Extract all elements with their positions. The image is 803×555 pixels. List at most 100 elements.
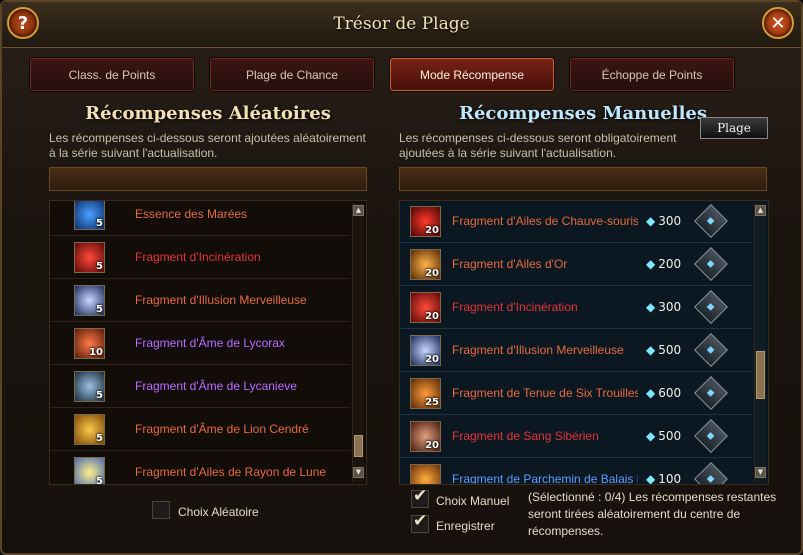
scroll-up-icon[interactable]: ▲ <box>353 205 364 216</box>
tab-plage-de-chance[interactable]: Plage de Chance <box>210 58 374 91</box>
save-checkbox[interactable]: ✔ <box>411 511 429 533</box>
item-price: 500 <box>658 429 682 443</box>
item-count: 5 <box>96 432 103 444</box>
manual-rewards-panel: Récompenses Manuelles Les récompenses ci… <box>389 103 777 491</box>
diamond-icon: ◆ <box>646 300 656 314</box>
incineration-fragment-icon: 20 <box>410 291 441 323</box>
list-item[interactable]: 5 Fragment d'Illusion Merveilleuse <box>50 279 350 322</box>
item-count: 20 <box>425 224 439 236</box>
list-item[interactable]: 20 Fragment d'Ailes d'Or ◆ 200 ◆ <box>400 243 752 286</box>
tab-mode-recompense[interactable]: Mode Récompense <box>390 58 554 91</box>
item-count: 25 <box>425 396 439 408</box>
checkmark-icon: ✔ <box>413 486 428 506</box>
item-name: Fragment d'Incinération <box>452 300 578 314</box>
scroll-thumb[interactable] <box>354 435 363 457</box>
six-fears-outfit-icon: 25 <box>410 377 441 409</box>
item-price: 600 <box>658 386 682 400</box>
item-price: 100 <box>658 472 682 485</box>
diamond-icon: ◆ <box>646 472 656 485</box>
random-choice-checkbox[interactable] <box>152 501 170 519</box>
item-name: Fragment d'Âme de Lycanieve <box>135 379 297 393</box>
item-count: 5 <box>96 260 103 272</box>
item-price: 300 <box>658 214 682 228</box>
item-name: Fragment d'Âme de Lion Cendré <box>135 422 309 436</box>
reward-window: ? Trésor de Plage ✕ Class. de Points Pla… <box>0 0 803 555</box>
item-count: 5 <box>96 217 103 229</box>
diamond-icon: ◆ <box>646 429 656 443</box>
item-name: Fragment d'Ailes de Chauve-souris <box>452 214 638 228</box>
list-item[interactable]: 5 Essence des Marées <box>50 201 350 236</box>
select-item-button[interactable]: ◆ <box>694 376 729 410</box>
random-choice-label: Choix Aléatoire <box>178 505 259 519</box>
item-count: 5 <box>96 475 103 485</box>
list-item[interactable]: 5 Fragment d'Ailes de Rayon de Lune <box>50 451 350 485</box>
select-icon: ◆ <box>707 215 716 227</box>
lycorax-soul-icon: 10 <box>74 327 105 359</box>
lycanieve-soul-icon: 5 <box>74 370 105 402</box>
select-icon: ◆ <box>707 258 716 270</box>
manual-choice-label: Choix Manuel <box>436 494 510 508</box>
random-rewards-header-bar <box>49 167 367 191</box>
random-rewards-panel: Récompenses Aléatoires Les récompenses c… <box>39 103 377 491</box>
manual-choice-checkbox[interactable]: ✔ <box>411 486 429 508</box>
item-name: Fragment d'Ailes de Rayon de Lune <box>135 465 327 479</box>
list-item[interactable]: 20 Fragment de Sang Sibérien ◆ 500 ◆ <box>400 415 752 458</box>
select-item-button[interactable]: ◆ <box>694 333 729 367</box>
list-item[interactable]: 10 Fragment d'Âme de Lycorax <box>50 322 350 365</box>
item-count: 20 <box>425 439 439 451</box>
list-item[interactable]: 5 Fragment d'Âme de Lycanieve <box>50 365 350 408</box>
ash-lion-soul-icon: 5 <box>74 413 105 445</box>
bat-wings-icon: 20 <box>410 205 441 237</box>
tab-class-de-points[interactable]: Class. de Points <box>30 58 194 91</box>
item-count: 10 <box>89 346 103 358</box>
diamond-icon: ◆ <box>646 343 656 357</box>
save-label: Enregistrer <box>436 519 495 533</box>
diamond-icon: ◆ <box>646 257 656 271</box>
random-rewards-scrollbar[interactable]: ▲ ▼ <box>352 203 364 482</box>
item-price: 500 <box>658 343 682 357</box>
item-name: Fragment de Parchemin de Balais M <box>452 472 638 485</box>
manual-rewards-list: Fragment de Parchemin de Balais M ◆ 100 ◆ 20… <box>399 200 769 485</box>
item-name: Fragment d'Ailes d'Or <box>452 257 568 271</box>
select-item-button[interactable]: ◆ <box>694 419 729 453</box>
select-item-button[interactable]: ◆ <box>694 247 729 281</box>
select-icon: ◆ <box>707 473 716 485</box>
select-item-button[interactable]: ◆ <box>694 462 729 485</box>
moonbeam-wings-icon: 5 <box>74 456 105 485</box>
item-name: Fragment d'Âme de Lycorax <box>135 336 285 350</box>
golden-wings-icon: 20 <box>410 248 441 280</box>
list-item[interactable]: Fragment de Parchemin de Balais M ◆ 100 ◆ <box>400 458 752 485</box>
item-name: Fragment d'Illusion Merveilleuse <box>135 293 307 307</box>
select-icon: ◆ <box>707 387 716 399</box>
list-item[interactable]: 5 Fragment d'Incinération <box>50 236 350 279</box>
item-name: Fragment d'Incinération <box>135 250 261 264</box>
tab-echoppe-de-points[interactable]: Échoppe de Points <box>570 58 734 91</box>
scroll-down-icon[interactable]: ▼ <box>353 467 364 478</box>
window-title: Trésor de Plage <box>333 14 470 34</box>
select-item-button[interactable]: ◆ <box>694 290 729 324</box>
manual-rewards-scrollbar[interactable]: ▲ ▼ <box>754 203 766 482</box>
list-item[interactable]: 20 Fragment d'Incinération ◆ 300 ◆ <box>400 286 752 329</box>
list-item[interactable]: 20 Fragment d'Illusion Merveilleuse ◆ 500 ◆ <box>400 329 752 372</box>
incineration-fragment-icon: 5 <box>74 241 105 273</box>
scroll-thumb[interactable] <box>756 351 765 399</box>
illusion-fragment-icon: 5 <box>74 284 105 316</box>
close-button[interactable]: ✕ <box>762 7 794 39</box>
checkmark-icon: ✔ <box>413 511 428 531</box>
scroll-down-icon[interactable]: ▼ <box>755 467 766 478</box>
item-name: Fragment de Sang Sibérien <box>452 429 599 443</box>
illusion-fragment-icon: 20 <box>410 334 441 366</box>
list-item[interactable]: 5 Fragment d'Âme de Lion Cendré <box>50 408 350 451</box>
plage-button[interactable]: Plage <box>700 117 768 139</box>
scroll-up-icon[interactable]: ▲ <box>755 205 766 216</box>
manual-rewards-header-bar <box>399 167 767 191</box>
item-name: Fragment de Tenue de Six Trouilles <box>452 386 638 400</box>
select-item-button[interactable]: ◆ <box>694 204 729 238</box>
item-name: Fragment d'Illusion Merveilleuse <box>452 343 624 357</box>
diamond-icon: ◆ <box>646 386 656 400</box>
list-item[interactable]: 20 Fragment d'Ailes de Chauve-souris ◆ 300 ◆ <box>400 201 752 243</box>
random-rewards-heading: Récompenses Aléatoires <box>85 103 331 124</box>
list-item[interactable]: 25 Fragment de Tenue de Six Trouilles ◆ 600… <box>400 372 752 415</box>
close-icon: ✕ <box>770 12 786 34</box>
item-price: 200 <box>658 257 682 271</box>
